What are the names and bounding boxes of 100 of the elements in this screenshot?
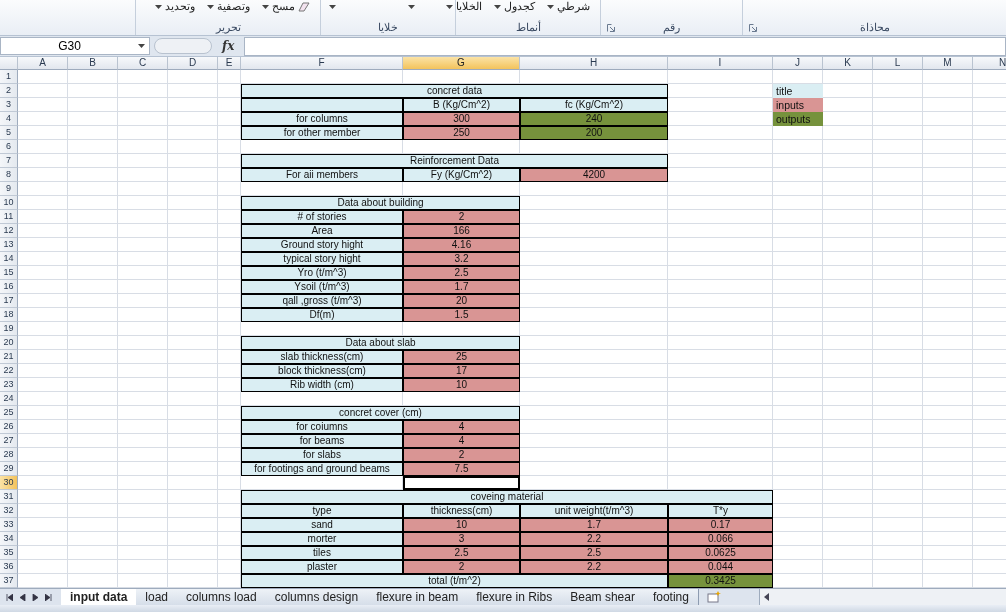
- column-header[interactable]: D: [168, 57, 218, 70]
- group-label: محاذاة: [859, 21, 890, 33]
- selected-cell[interactable]: [403, 476, 520, 490]
- row-header[interactable]: 34: [0, 532, 18, 546]
- column-header[interactable]: L: [873, 57, 923, 70]
- row-header[interactable]: 13: [0, 238, 18, 252]
- row-header[interactable]: 18: [0, 308, 18, 322]
- sheet-tab[interactable]: input data: [61, 589, 138, 605]
- row-header[interactable]: 1: [0, 70, 18, 84]
- caret-icon: [446, 4, 453, 9]
- column-header[interactable]: J: [773, 57, 823, 70]
- row-header[interactable]: 15: [0, 266, 18, 280]
- table-cell: 20: [403, 294, 520, 308]
- row-header[interactable]: 32: [0, 504, 18, 518]
- sheet-tab[interactable]: columns design: [265, 589, 369, 605]
- horizontal-scrollbar[interactable]: [758, 589, 1006, 605]
- table-cell: for beams: [241, 434, 403, 448]
- clear-button[interactable]: مسح: [262, 0, 310, 13]
- table-cell: Rib width (cm): [241, 378, 403, 392]
- column-header[interactable]: K: [823, 57, 873, 70]
- sheet-tab[interactable]: flexure in Ribs: [467, 589, 563, 605]
- column-header[interactable]: A: [18, 57, 68, 70]
- name-box[interactable]: G30: [0, 37, 150, 55]
- sheet-tab[interactable]: columns load: [177, 589, 267, 605]
- row-header[interactable]: 20: [0, 336, 18, 350]
- table-cell: For aii members: [241, 168, 403, 182]
- row-header[interactable]: 31: [0, 490, 18, 504]
- sheet-tab[interactable]: load: [136, 589, 178, 605]
- row-header[interactable]: 5: [0, 126, 18, 140]
- column-header[interactable]: B: [68, 57, 118, 70]
- column-header[interactable]: M: [923, 57, 973, 70]
- column-header[interactable]: N: [973, 57, 1006, 70]
- dropdown-button[interactable]: شرطي: [547, 0, 590, 13]
- column-header[interactable]: C: [118, 57, 168, 70]
- row-header[interactable]: 33: [0, 518, 18, 532]
- row-header[interactable]: 3: [0, 98, 18, 112]
- row-header[interactable]: 17: [0, 294, 18, 308]
- row-header[interactable]: 30: [0, 476, 18, 490]
- row-header[interactable]: 25: [0, 406, 18, 420]
- row-header[interactable]: 27: [0, 434, 18, 448]
- table-cell: total (t/m^2): [241, 574, 668, 588]
- row-header[interactable]: 35: [0, 546, 18, 560]
- table-cell: slab thickness(cm): [241, 350, 403, 364]
- dialog-launcher-icon[interactable]: [607, 24, 615, 32]
- scroll-left-icon[interactable]: [763, 593, 770, 601]
- row-header[interactable]: 9: [0, 182, 18, 196]
- column-header[interactable]: I: [668, 57, 773, 70]
- row-header[interactable]: 19: [0, 322, 18, 336]
- row-header[interactable]: 6: [0, 140, 18, 154]
- sheet-tab[interactable]: footing: [643, 589, 699, 605]
- dropdown-button[interactable]: وتحديد: [155, 0, 195, 13]
- sheet-tab[interactable]: Beam shear: [561, 589, 645, 605]
- table-cell: Reinforcement Data: [241, 154, 668, 168]
- row-header[interactable]: 21: [0, 350, 18, 364]
- row-header[interactable]: 22: [0, 364, 18, 378]
- row-header[interactable]: 37: [0, 574, 18, 588]
- table-cell: # of stories: [241, 210, 403, 224]
- column-header[interactable]: F: [241, 57, 403, 70]
- row-header[interactable]: 2: [0, 84, 18, 98]
- column-header[interactable]: G: [403, 57, 520, 70]
- table-cell: 4.16: [403, 238, 520, 252]
- table-cell: Data about slab: [241, 336, 520, 350]
- dropdown-button[interactable]: كجدول: [494, 0, 535, 13]
- row-header[interactable]: 11: [0, 210, 18, 224]
- group-label: أنماط: [515, 21, 541, 33]
- group-label: خلايا: [378, 21, 398, 33]
- dropdown-button[interactable]: وتصفية: [207, 0, 250, 13]
- table-cell: 200: [520, 126, 668, 140]
- row-header[interactable]: 26: [0, 420, 18, 434]
- insert-function-button[interactable]: fx: [222, 39, 235, 53]
- row-header[interactable]: 4: [0, 112, 18, 126]
- row-header[interactable]: 29: [0, 462, 18, 476]
- row-header[interactable]: 10: [0, 196, 18, 210]
- sheet-nav-icon[interactable]: [45, 593, 52, 601]
- row-header[interactable]: 12: [0, 224, 18, 238]
- formula-input[interactable]: [244, 36, 1006, 56]
- row-header[interactable]: 23: [0, 378, 18, 392]
- column-header[interactable]: E: [218, 57, 241, 70]
- sheet-nav-icon[interactable]: [6, 593, 13, 601]
- table-cell: Ysoil (t/m^3): [241, 280, 403, 294]
- caret-icon: [138, 44, 145, 48]
- row-header[interactable]: 16: [0, 280, 18, 294]
- sheet-tab[interactable]: flexure in beam: [367, 589, 469, 605]
- row-header[interactable]: 36: [0, 560, 18, 574]
- caret-icon: [207, 4, 214, 9]
- row-header[interactable]: 14: [0, 252, 18, 266]
- table-cell: 0.044: [668, 560, 773, 574]
- table-cell: plaster: [241, 560, 403, 574]
- dialog-launcher-icon[interactable]: [749, 24, 757, 32]
- table-cell: qall ,gross (t/m^3): [241, 294, 403, 308]
- table-cell: 0.17: [668, 518, 773, 532]
- resize-handle[interactable]: [154, 38, 212, 54]
- row-header[interactable]: 8: [0, 168, 18, 182]
- table-cell: concret data: [241, 84, 668, 98]
- legend-cell: inputs: [773, 98, 823, 112]
- row-header[interactable]: 24: [0, 392, 18, 406]
- column-header[interactable]: H: [520, 57, 668, 70]
- dropdown-button[interactable]: الخلايا: [446, 0, 482, 13]
- row-header[interactable]: 7: [0, 154, 18, 168]
- row-header[interactable]: 28: [0, 448, 18, 462]
